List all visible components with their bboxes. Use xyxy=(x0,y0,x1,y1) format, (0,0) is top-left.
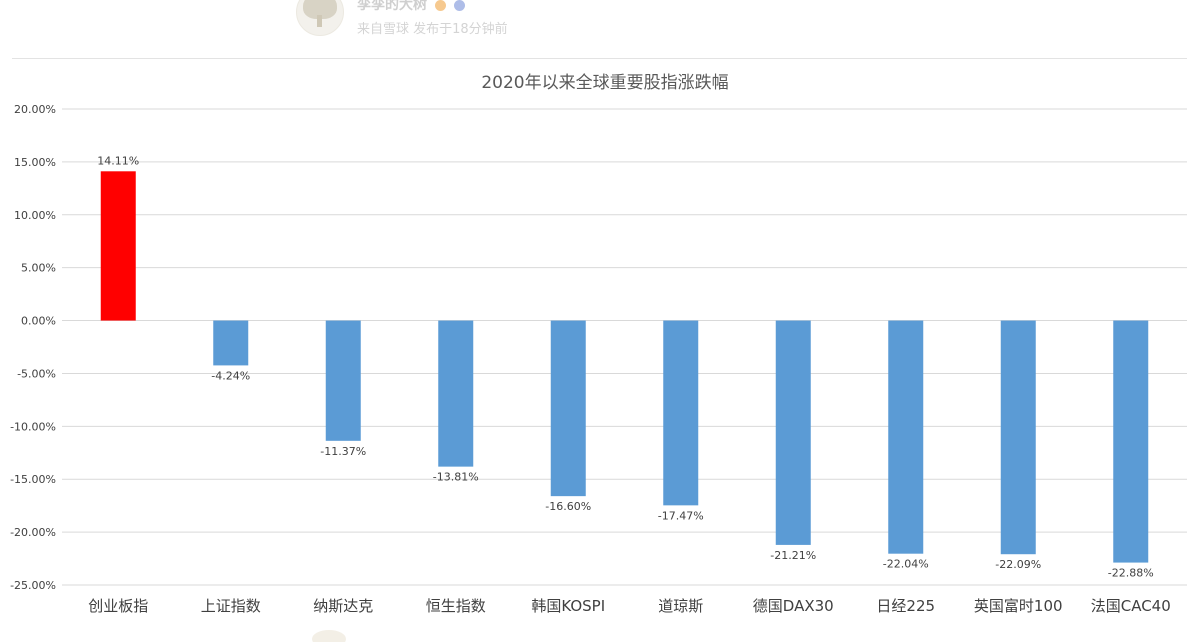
y-tick-label: 20.00% xyxy=(14,103,56,116)
bar xyxy=(888,320,924,554)
next-post-avatar xyxy=(312,630,346,642)
y-tick-label: -5.00% xyxy=(17,367,56,380)
bar xyxy=(325,320,361,441)
divider xyxy=(12,58,1187,59)
bar xyxy=(100,171,136,321)
y-tick-label: -15.00% xyxy=(10,473,56,486)
x-tick-label: 恒生指数 xyxy=(426,597,486,615)
bar xyxy=(438,320,474,467)
page: 孪孪的大树 来自雪球 发布于18分钟前 2020年以来全球重要股指涨跌幅 20.… xyxy=(0,0,1187,642)
data-label: -22.04% xyxy=(883,558,929,571)
bar xyxy=(663,320,699,506)
x-tick-label: 日经225 xyxy=(876,597,935,615)
data-label: 14.11% xyxy=(97,154,139,167)
data-labels: 14.11% -4.24% -11.37% -13.81% -16.60% -17.47%… xyxy=(97,154,1153,579)
x-tick-label: 韩国KOSPI xyxy=(531,597,605,615)
y-tick-label: 15.00% xyxy=(14,156,56,169)
y-tick-label: -10.00% xyxy=(10,420,56,433)
tree-trunk-icon xyxy=(317,15,322,27)
x-tick-label: 创业板指 xyxy=(88,597,148,615)
x-tick-label: 纳斯达克 xyxy=(313,597,373,615)
bar xyxy=(1000,320,1036,555)
y-axis-ticks: 20.00% 15.00% 10.00% 5.00% 0.00% -5.00% -10.00… xyxy=(10,103,56,592)
y-tick-label: 10.00% xyxy=(14,209,56,222)
bar xyxy=(213,320,249,366)
level-badge-icon xyxy=(453,0,465,11)
bar xyxy=(1113,320,1149,563)
post-meta: 来自雪球 发布于18分钟前 xyxy=(357,22,508,37)
y-tick-label: 5.00% xyxy=(21,262,56,275)
post-header: 孪孪的大树 来自雪球 发布于18分钟前 xyxy=(0,0,1187,50)
author-line: 孪孪的大树 xyxy=(357,0,465,14)
author-name[interactable]: 孪孪的大树 xyxy=(357,0,427,13)
x-tick-label: 上证指数 xyxy=(201,597,261,615)
x-tick-label: 道琼斯 xyxy=(658,597,703,615)
x-axis-ticks: 创业板指 上证指数 纳斯达克 恒生指数 韩国KOSPI 道琼斯 德国DAX30 日经225 英国… xyxy=(88,597,1171,615)
x-tick-label: 德国DAX30 xyxy=(753,597,834,615)
x-tick-label: 英国富时100 xyxy=(974,597,1063,615)
bar xyxy=(775,320,811,545)
bar xyxy=(550,320,586,497)
data-label: -16.60% xyxy=(545,500,591,513)
data-label: -17.47% xyxy=(658,509,704,522)
data-label: -11.37% xyxy=(320,445,366,458)
data-label: -4.24% xyxy=(211,369,250,382)
bars xyxy=(100,171,1149,563)
chart-title: 2020年以来全球重要股指涨跌幅 xyxy=(481,73,728,93)
y-tick-label: -20.00% xyxy=(10,526,56,539)
y-tick-label: -25.00% xyxy=(10,579,56,592)
data-label: -22.88% xyxy=(1108,567,1154,580)
bar-chart: 2020年以来全球重要股指涨跌幅 20.00% 15.00% 10.00% 5.00%… xyxy=(10,73,1187,615)
y-tick-label: 0.00% xyxy=(21,315,56,328)
data-label: -13.81% xyxy=(433,471,479,484)
data-label: -21.21% xyxy=(770,549,816,562)
x-tick-label: 法国CAC40 xyxy=(1091,597,1171,615)
author-avatar[interactable] xyxy=(296,0,344,36)
verified-badge-icon xyxy=(434,0,446,11)
data-label: -22.09% xyxy=(995,558,1041,571)
